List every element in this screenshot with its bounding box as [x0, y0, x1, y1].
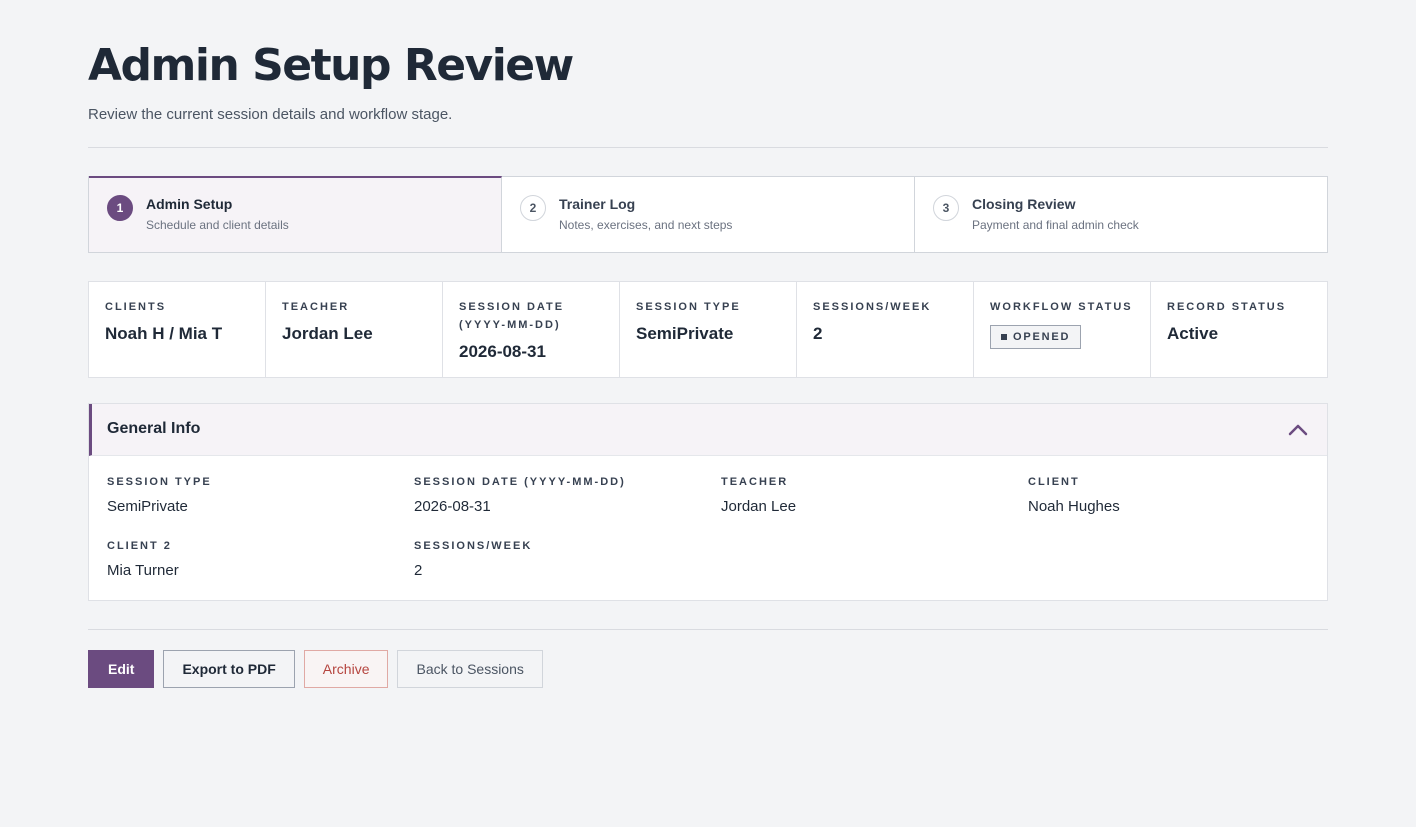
summary-value: Active [1167, 324, 1219, 343]
workflow-stepper: 1 Admin Setup Schedule and client detail… [88, 176, 1328, 253]
field-value: Mia Turner [107, 562, 179, 579]
step-title: Admin Setup [146, 196, 233, 212]
general-info-panel: General Info Session Type SemiPrivate Se… [88, 403, 1328, 601]
summary-label: Session Type [636, 301, 741, 313]
field-session-date: Session Date (YYYY-MM-DD) 2026-08-31 [414, 476, 714, 515]
summary-value: SemiPrivate [636, 324, 734, 343]
divider [88, 629, 1328, 630]
session-summary-bar: Clients Noah H / Mia T Teacher Jordan Le… [88, 281, 1328, 378]
field-value: SemiPrivate [107, 498, 188, 515]
summary-label: Clients [105, 301, 167, 313]
square-icon [1001, 334, 1007, 340]
divider [88, 147, 1328, 148]
summary-teacher: Teacher Jordan Lee [266, 282, 443, 377]
summary-value: Jordan Lee [282, 324, 373, 343]
step-trainer-log[interactable]: 2 Trainer Log Notes, exercises, and next… [502, 177, 915, 252]
field-teacher: Teacher Jordan Lee [721, 476, 1021, 515]
summary-value: 2 [813, 324, 823, 343]
archive-button[interactable]: Archive [303, 650, 389, 688]
page-title: Admin Setup Review [88, 40, 574, 91]
panel-title: General Info [107, 420, 201, 437]
page-subtitle: Review the current session details and w… [88, 106, 453, 123]
field-session-type: Session Type SemiPrivate [107, 476, 407, 515]
summary-session-type: Session Type SemiPrivate [620, 282, 797, 377]
status-badge-text: OPENED [1013, 331, 1071, 343]
field-client-2: Client 2 Mia Turner [107, 540, 407, 579]
summary-session-date: Session Date (YYYY-MM-DD) 2026-08-31 [443, 282, 620, 377]
summary-value: Noah H / Mia T [105, 324, 223, 343]
field-label: Session Type [107, 476, 212, 488]
summary-record-status: Record Status Active [1151, 282, 1327, 377]
step-number-badge: 1 [107, 195, 133, 221]
field-client: Client Noah Hughes [1028, 476, 1328, 515]
chevron-up-icon[interactable] [1287, 421, 1309, 437]
field-label: Sessions/Week [414, 540, 533, 552]
step-admin-setup[interactable]: 1 Admin Setup Schedule and client detail… [89, 176, 502, 252]
field-sessions-week: Sessions/Week 2 [414, 540, 714, 579]
step-description: Schedule and client details [146, 218, 289, 232]
summary-sessions-week: Sessions/Week 2 [797, 282, 974, 377]
action-bar: Edit Export to PDF Archive Back to Sessi… [88, 650, 543, 688]
step-title: Closing Review [972, 196, 1076, 212]
summary-label: Sessions/Week [813, 301, 932, 313]
field-value: 2026-08-31 [414, 498, 491, 515]
step-description: Payment and final admin check [972, 218, 1139, 232]
field-label: Session Date (YYYY-MM-DD) [414, 476, 626, 488]
field-label: Client 2 [107, 540, 172, 552]
step-description: Notes, exercises, and next steps [559, 218, 733, 232]
step-number-badge: 2 [520, 195, 546, 221]
field-value: Jordan Lee [721, 498, 797, 515]
field-value: Noah Hughes [1028, 498, 1120, 515]
back-to-sessions-button[interactable]: Back to Sessions [397, 650, 543, 688]
field-label: Client [1028, 476, 1080, 488]
status-badge: OPENED [990, 325, 1082, 349]
step-number-badge: 3 [933, 195, 959, 221]
summary-label: Teacher [282, 301, 350, 313]
field-value: 2 [414, 562, 423, 579]
summary-label: Workflow Status [990, 301, 1133, 313]
summary-clients: Clients Noah H / Mia T [89, 282, 266, 377]
step-title: Trainer Log [559, 196, 636, 212]
summary-label: Session Date (YYYY-MM-DD) [459, 301, 565, 331]
general-info-header[interactable]: General Info [89, 404, 1327, 456]
summary-label: Record Status [1167, 301, 1287, 313]
field-label: Teacher [721, 476, 789, 488]
step-closing-review[interactable]: 3 Closing Review Payment and final admin… [915, 177, 1327, 252]
edit-button[interactable]: Edit [88, 650, 155, 688]
summary-workflow-status: Workflow Status OPENED [974, 282, 1151, 377]
export-pdf-button[interactable]: Export to PDF [163, 650, 295, 688]
summary-value: 2026-08-31 [459, 342, 546, 361]
